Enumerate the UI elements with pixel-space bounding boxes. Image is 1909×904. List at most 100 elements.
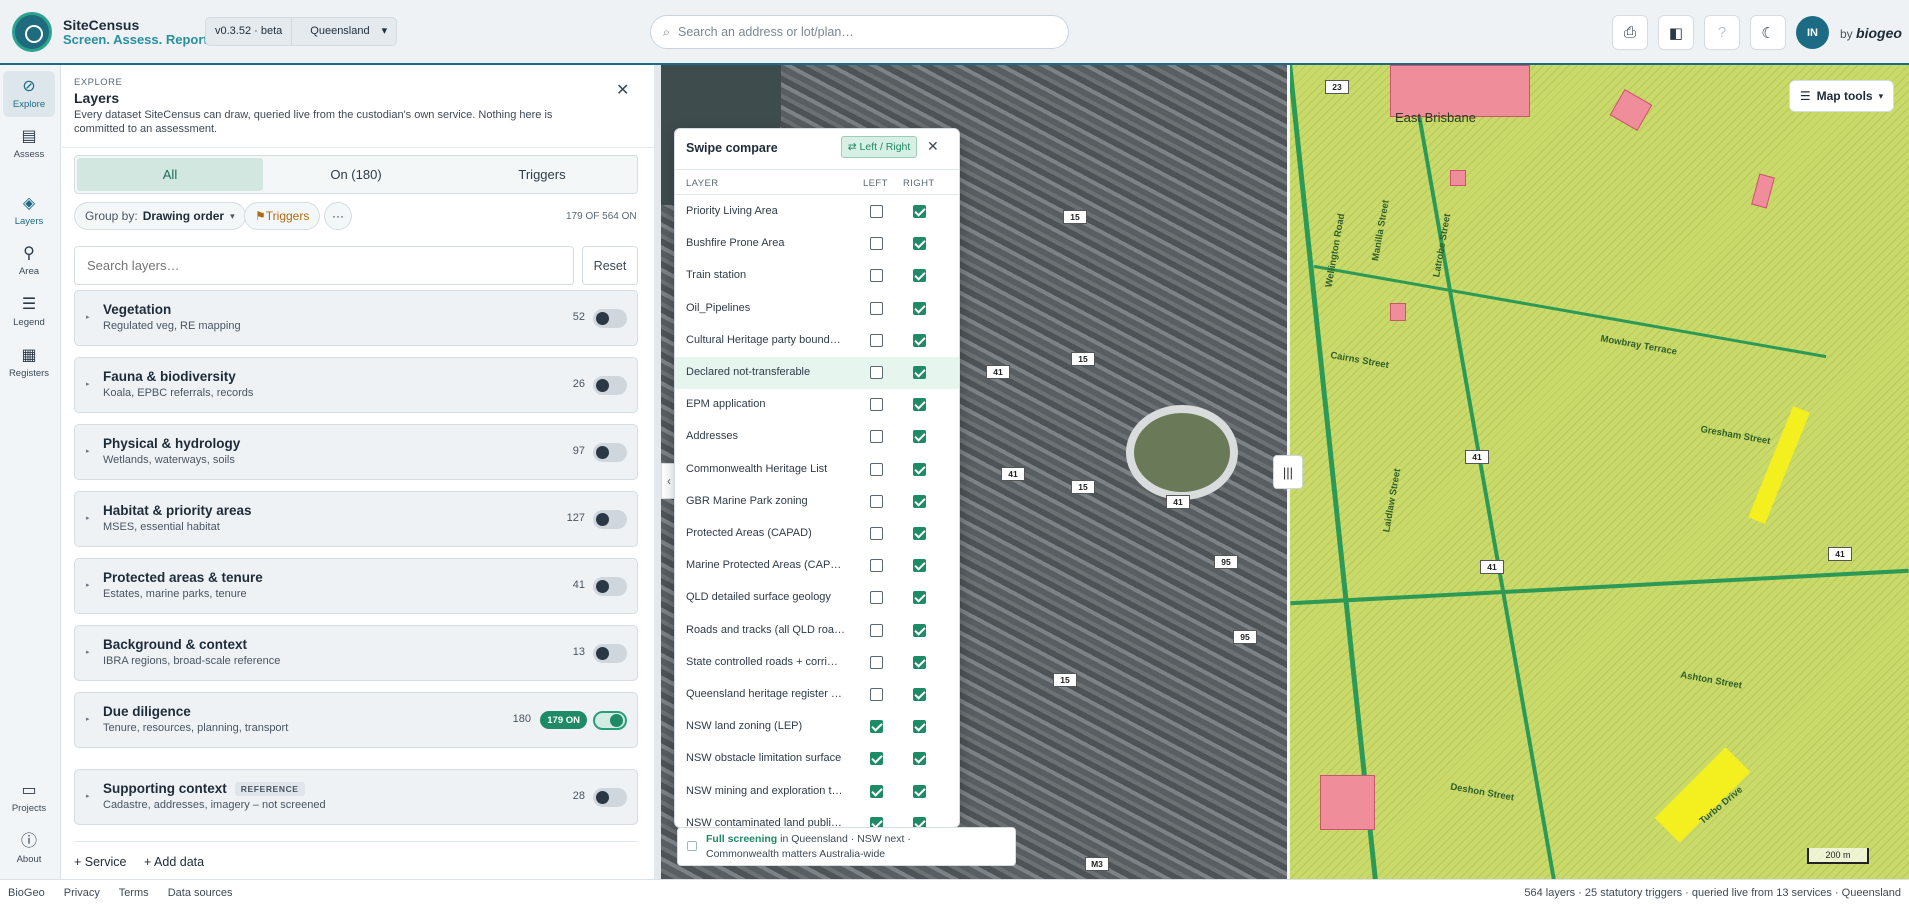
left-checkbox[interactable] (870, 688, 883, 701)
rail-registers[interactable]: ▦ Registers (3, 340, 55, 386)
left-checkbox[interactable] (870, 784, 883, 798)
panel-scrollbar[interactable] (654, 65, 661, 879)
right-checkbox[interactable] (913, 462, 926, 476)
swipe-handle[interactable]: ||| (1273, 455, 1303, 489)
footer-link-data-sources[interactable]: Data sources (168, 887, 233, 899)
map-tools-button[interactable]: ☰ Map tools ▾ (1789, 80, 1894, 112)
right-checkbox[interactable] (913, 494, 926, 508)
print-button[interactable]: ⎙ (1612, 15, 1648, 50)
left-checkbox[interactable] (870, 655, 883, 669)
group-vegetation[interactable]: ▸ Vegetation Regulated veg, RE mapping 5… (74, 290, 638, 346)
sitecensus-logo-icon[interactable] (12, 12, 52, 52)
tab-triggers[interactable]: Triggers (449, 158, 635, 191)
group-toggle[interactable] (593, 644, 627, 663)
footer-link-biogeo[interactable]: BioGeo (8, 887, 45, 899)
route-shield: M3 (1085, 857, 1109, 871)
right-checkbox[interactable] (913, 398, 926, 412)
group-due-diligence[interactable]: ▸ Due diligence Tenure, resources, plann… (74, 692, 638, 748)
group-protected[interactable]: ▸ Protected areas & tenure Estates, mari… (74, 558, 638, 614)
group-toggle[interactable] (593, 788, 627, 807)
tab-on[interactable]: On (180) (263, 158, 449, 191)
present-button[interactable]: ◧ (1658, 15, 1694, 50)
right-checkbox[interactable] (913, 591, 926, 605)
add-service-link[interactable]: + Service (74, 855, 126, 869)
group-supporting-context[interactable]: ▸ Supporting context REFERENCE Cadastre, … (74, 769, 638, 825)
left-checkbox[interactable] (870, 269, 883, 283)
group-toggle[interactable] (593, 510, 627, 529)
left-checkbox[interactable] (870, 333, 883, 347)
left-checkbox[interactable] (870, 430, 883, 444)
left-checkbox[interactable] (870, 752, 883, 766)
more-options-button[interactable]: ··· (324, 202, 352, 230)
rail-layers[interactable]: ◈ Layers (3, 188, 55, 234)
right-checkbox[interactable] (913, 527, 926, 540)
left-checkbox[interactable] (870, 398, 883, 412)
swipe-title: Swipe compare (686, 141, 778, 155)
route-shield: 41 (1001, 467, 1025, 481)
right-checkbox[interactable] (913, 688, 926, 701)
add-data-link[interactable]: + Add data (144, 855, 204, 869)
right-checkbox[interactable] (913, 655, 926, 669)
left-checkbox[interactable] (870, 301, 883, 315)
right-checkbox[interactable] (913, 237, 926, 251)
layer-search-input[interactable] (74, 246, 574, 285)
user-avatar[interactable]: IN (1796, 16, 1829, 49)
left-checkbox[interactable] (870, 366, 883, 379)
right-checkbox[interactable] (913, 784, 926, 798)
group-physical[interactable]: ▸ Physical & hydrology Wetlands, waterwa… (74, 424, 638, 480)
group-toggle[interactable] (593, 443, 627, 462)
left-checkbox[interactable] (870, 559, 883, 573)
rail-legend[interactable]: ☰ Legend (3, 289, 55, 335)
rail-about[interactable]: ⓘ About (3, 826, 55, 872)
right-checkbox[interactable] (913, 205, 926, 218)
right-checkbox[interactable] (913, 752, 926, 766)
group-habitat[interactable]: ▸ Habitat & priority areas MSES, essenti… (74, 491, 638, 547)
triggers-filter-chip[interactable]: ⚑ Triggers (244, 202, 321, 230)
group-toggle[interactable] (593, 376, 627, 395)
rail-projects[interactable]: ▭ Projects (3, 775, 55, 821)
right-checkbox[interactable] (913, 623, 926, 637)
left-checkbox[interactable] (870, 720, 883, 734)
group-toggle[interactable] (593, 577, 627, 596)
rail-projects-label: Projects (11, 803, 47, 814)
address-search-input[interactable]: ⌕ Search an address or lot/plan… (650, 15, 1069, 49)
group-by-select[interactable]: Group by: Drawing order ▾ (74, 202, 246, 230)
close-icon[interactable]: ✕ (616, 80, 629, 100)
left-checkbox[interactable] (870, 527, 883, 540)
left-checkbox[interactable] (870, 591, 883, 605)
group-toggle[interactable] (593, 309, 627, 328)
rail-explore[interactable]: ⊘ Explore (3, 71, 55, 117)
right-checkbox[interactable] (913, 720, 926, 734)
group-fauna[interactable]: ▸ Fauna & biodiversity Koala, EPBC refer… (74, 357, 638, 413)
footer-link-terms[interactable]: Terms (119, 887, 149, 899)
left-checkbox[interactable] (870, 623, 883, 637)
group-toggle[interactable] (593, 711, 627, 730)
left-checkbox[interactable] (870, 205, 883, 218)
right-checkbox[interactable] (913, 269, 926, 283)
reset-button[interactable]: Reset (582, 246, 638, 285)
right-checkbox[interactable] (913, 333, 926, 347)
right-checkbox[interactable] (913, 430, 926, 444)
rail-area-label: Area (18, 266, 40, 277)
dark-mode-button[interactable]: ☾ (1750, 15, 1786, 50)
region-selector[interactable]: Queensland ▾ (291, 18, 396, 45)
tab-all[interactable]: All (77, 158, 263, 191)
zone-polygon (1450, 170, 1466, 186)
right-checkbox[interactable] (913, 559, 926, 573)
route-shield: 41 (1480, 560, 1504, 574)
footer-link-privacy[interactable]: Privacy (64, 887, 100, 899)
left-checkbox[interactable] (870, 237, 883, 251)
help-button[interactable]: ? (1704, 15, 1740, 50)
group-background[interactable]: ▸ Background & context IBRA regions, bro… (74, 625, 638, 681)
note-checkbox[interactable] (687, 841, 697, 851)
right-checkbox[interactable] (913, 366, 926, 379)
close-icon[interactable]: ✕ (927, 138, 939, 155)
group-title: Supporting context (103, 781, 227, 796)
rail-assess[interactable]: ▤ Assess (3, 121, 55, 167)
swipe-mode-button[interactable]: ⇄ Left / Right (841, 136, 917, 158)
col-layer: LAYER (686, 178, 719, 189)
rail-area[interactable]: ⚲ Area (3, 238, 55, 284)
left-checkbox[interactable] (870, 462, 883, 476)
right-checkbox[interactable] (913, 301, 926, 315)
left-checkbox[interactable] (870, 494, 883, 508)
